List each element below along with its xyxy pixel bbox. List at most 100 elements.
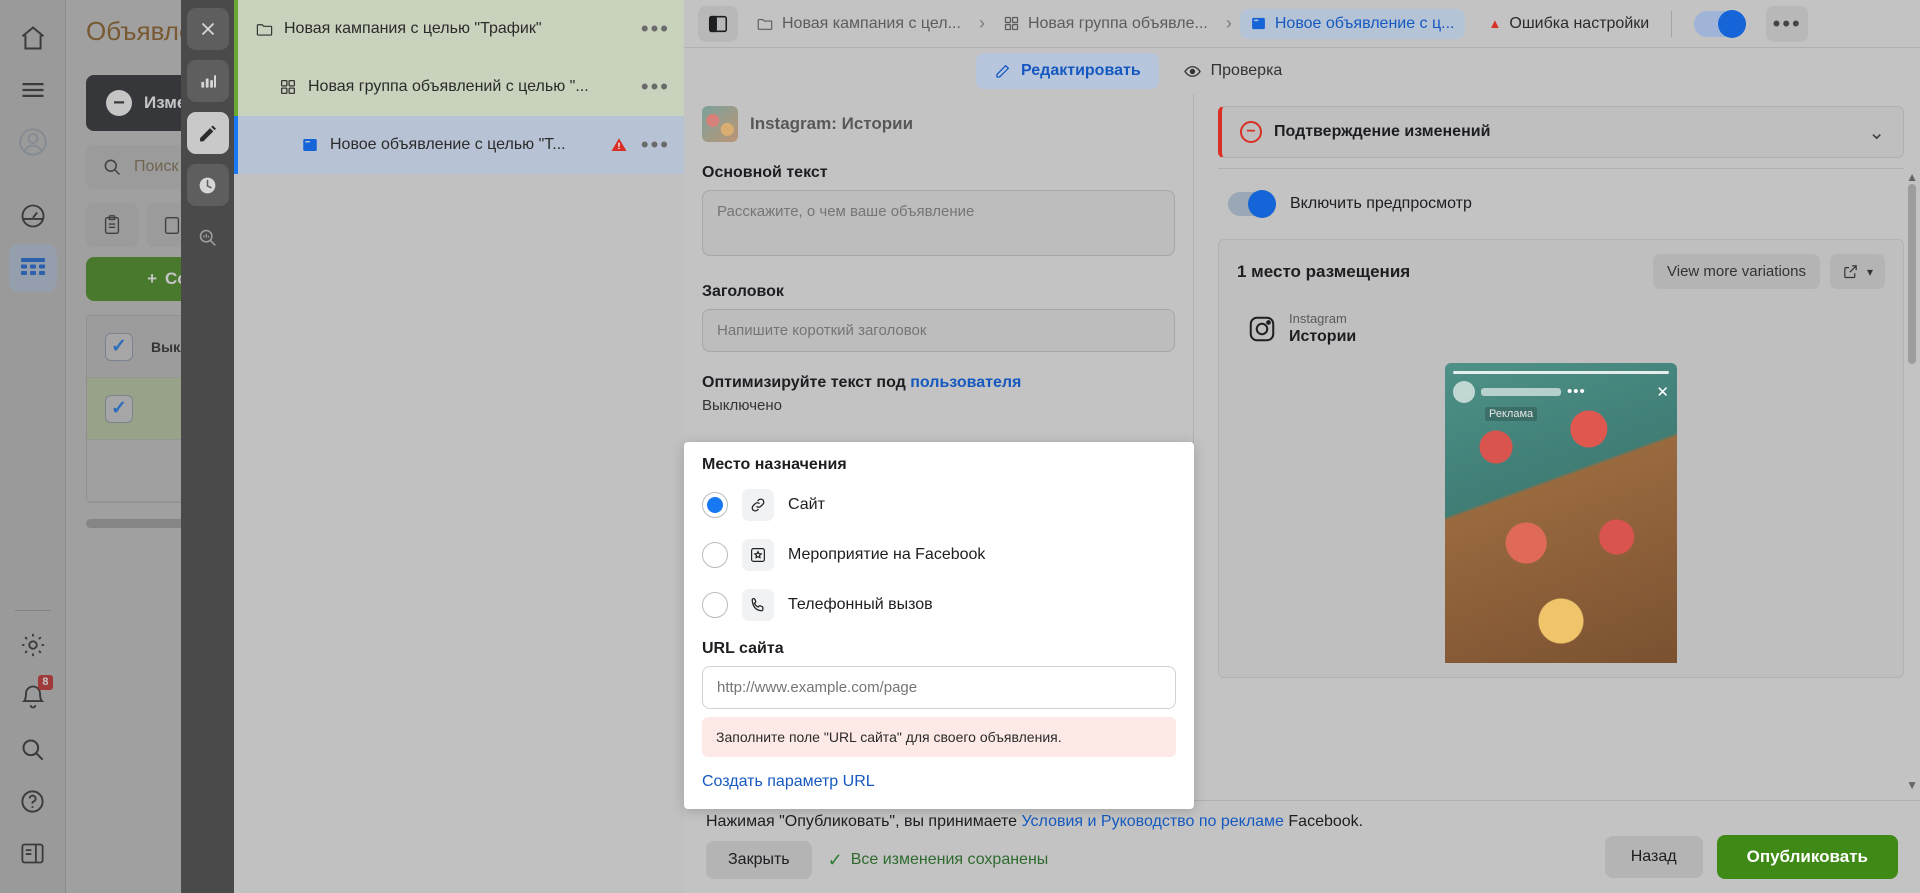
headline-label: Заголовок (702, 283, 784, 300)
breadcrumb-ad[interactable]: Новое объявление с ц... (1239, 8, 1465, 39)
clipboard-icon[interactable] (86, 203, 138, 247)
ad-icon (300, 136, 320, 154)
radio-website[interactable] (702, 492, 728, 518)
placement-thumb-row: Instagram: Истории (702, 106, 1175, 142)
phone-icon (742, 589, 774, 621)
sidebar-panel-icon[interactable] (698, 5, 738, 42)
menu-icon[interactable] (9, 66, 57, 114)
back-button[interactable]: Назад (1604, 836, 1703, 878)
tree-item-menu[interactable]: ••• (641, 76, 670, 98)
chart-bar-icon[interactable] (186, 60, 229, 102)
footer-actions-left: Закрыть ✓ Все изменения сохранены (706, 841, 1605, 879)
link-icon (742, 489, 774, 521)
warning-triangle-icon: ▲ (1488, 16, 1502, 31)
scroll-down-arrow[interactable]: ▼ (1906, 778, 1918, 792)
save-status-label: Все изменения сохранены (850, 851, 1049, 868)
create-url-param-link[interactable]: Создать параметр URL (702, 773, 875, 791)
preview-divider (1218, 168, 1904, 169)
avatar-icon[interactable] (9, 118, 57, 166)
check-icon: ✓ (827, 849, 843, 870)
floating-vertical-toolbar (181, 0, 234, 893)
publish-button[interactable]: Опубликовать (1716, 835, 1898, 879)
destination-option-label: Сайт (788, 496, 825, 513)
panel-icon[interactable] (9, 829, 57, 877)
editor-tabs: Редактировать Проверка (684, 48, 1920, 94)
magnify-chart-icon[interactable] (187, 216, 229, 258)
topbar-more-menu[interactable]: ••• (1766, 5, 1809, 42)
grid-icon (278, 78, 298, 96)
breadcrumb-campaign[interactable]: Новая кампания с цел... (746, 9, 971, 39)
legal-link[interactable]: Условия и Руководство по рекламе (1021, 813, 1284, 830)
headline-input[interactable] (702, 309, 1175, 352)
radio-phone[interactable] (702, 592, 728, 618)
platform-surface: Истории (1289, 328, 1357, 345)
topbar-divider (1671, 10, 1673, 37)
optimize-text-link[interactable]: пользователя (910, 374, 1021, 391)
instagram-icon (1247, 314, 1277, 344)
eye-icon (1183, 62, 1202, 81)
destination-option-fb-event[interactable]: Мероприятие на Facebook (702, 530, 1176, 580)
tab-review[interactable]: Проверка (1165, 53, 1301, 90)
preview-toggle-row: Включить предпросмотр (1218, 181, 1904, 227)
confirm-changes-card[interactable]: − Подтверждение изменений ⌄ (1218, 106, 1904, 158)
footer-actions-right: Назад Опубликовать (1604, 835, 1898, 879)
row-checkbox[interactable]: ✓ (105, 332, 133, 361)
story-preview[interactable]: ••• ✕ Реклама (1445, 363, 1677, 663)
editor-footer: Нажимая "Опубликовать", вы принимаете Ус… (684, 800, 1920, 893)
legal-prefix: Нажимая "Опубликовать", вы принимаете (706, 813, 1022, 830)
close-icon[interactable]: ✕ (1656, 383, 1669, 401)
platform-name: Instagram (1289, 311, 1347, 326)
url-input[interactable] (702, 666, 1176, 709)
destination-card: Место назначения Сайт Мероприятие на Fac… (684, 442, 1194, 809)
scroll-up-arrow[interactable]: ▲ (1906, 170, 1918, 184)
tab-edit[interactable]: Редактировать (976, 53, 1159, 89)
dashboard-icon[interactable] (9, 192, 57, 240)
plus-icon: + (147, 269, 157, 288)
external-link-icon (1842, 263, 1859, 280)
bell-icon[interactable]: 8 (9, 673, 57, 721)
close-icon[interactable] (186, 8, 229, 50)
home-icon[interactable] (9, 14, 57, 62)
destination-option-website[interactable]: Сайт (702, 480, 1176, 530)
close-button[interactable]: Закрыть (706, 841, 812, 879)
table-grid-icon[interactable] (8, 244, 57, 292)
chevron-down-icon[interactable]: ⌄ (1868, 120, 1885, 145)
help-icon[interactable] (9, 777, 57, 825)
destination-option-phone[interactable]: Телефонный вызов (702, 580, 1176, 630)
search-icon[interactable] (9, 725, 57, 773)
breadcrumb-label: Новое объявление с ц... (1274, 14, 1455, 32)
tree-item-ad[interactable]: Новое объявление с целью "Т... ••• (234, 116, 684, 174)
story-more-menu[interactable]: ••• (1567, 384, 1586, 399)
grid-icon (1003, 15, 1020, 32)
tree-item-label: Новое объявление с целью "Т... (330, 136, 566, 153)
radio-fb-event[interactable] (702, 542, 728, 568)
caret-down-icon[interactable]: ▾ (1867, 265, 1873, 279)
preview-column: − Подтверждение изменений ⌄ Включить пре… (1194, 94, 1920, 800)
ad-status-toggle[interactable] (1694, 9, 1747, 38)
entity-tree: Новая кампания с целью "Трафик" ••• Нова… (234, 0, 684, 893)
pencil-icon[interactable] (186, 112, 229, 154)
tree-item-adset[interactable]: Новая группа объявлений с целью "... ••• (234, 58, 684, 116)
preview-scrollbar[interactable] (1908, 184, 1916, 364)
clock-icon[interactable] (186, 164, 229, 206)
placements-card: 1 место размещения View more variations … (1218, 239, 1904, 678)
ad-form-column: Instagram: Истории Основной текст Заголо… (684, 94, 1194, 809)
open-preview-button[interactable]: ▾ (1829, 254, 1885, 289)
tree-item-campaign[interactable]: Новая кампания с целью "Трафик" ••• (234, 0, 684, 58)
view-more-variations-button[interactable]: View more variations (1653, 254, 1820, 289)
tab-edit-label: Редактировать (1021, 62, 1141, 79)
enable-preview-toggle[interactable] (1228, 190, 1276, 218)
tree-item-menu[interactable]: ••• (641, 18, 670, 40)
rail-divider (14, 610, 51, 611)
destination-option-label: Мероприятие на Facebook (788, 546, 986, 563)
row-checkbox[interactable]: ✓ (105, 394, 133, 423)
primary-text-input[interactable] (702, 190, 1175, 256)
toggle-knob (1718, 9, 1747, 38)
gear-icon[interactable] (9, 621, 57, 669)
pencil-icon (994, 62, 1012, 80)
breadcrumb-adset[interactable]: Новая группа объявле... (993, 9, 1218, 39)
tree-item-menu[interactable]: ••• (641, 134, 670, 156)
enable-preview-label: Включить предпросмотр (1290, 195, 1472, 212)
chevron-right-icon: › (978, 13, 985, 33)
adset-accent-bar (234, 58, 238, 116)
